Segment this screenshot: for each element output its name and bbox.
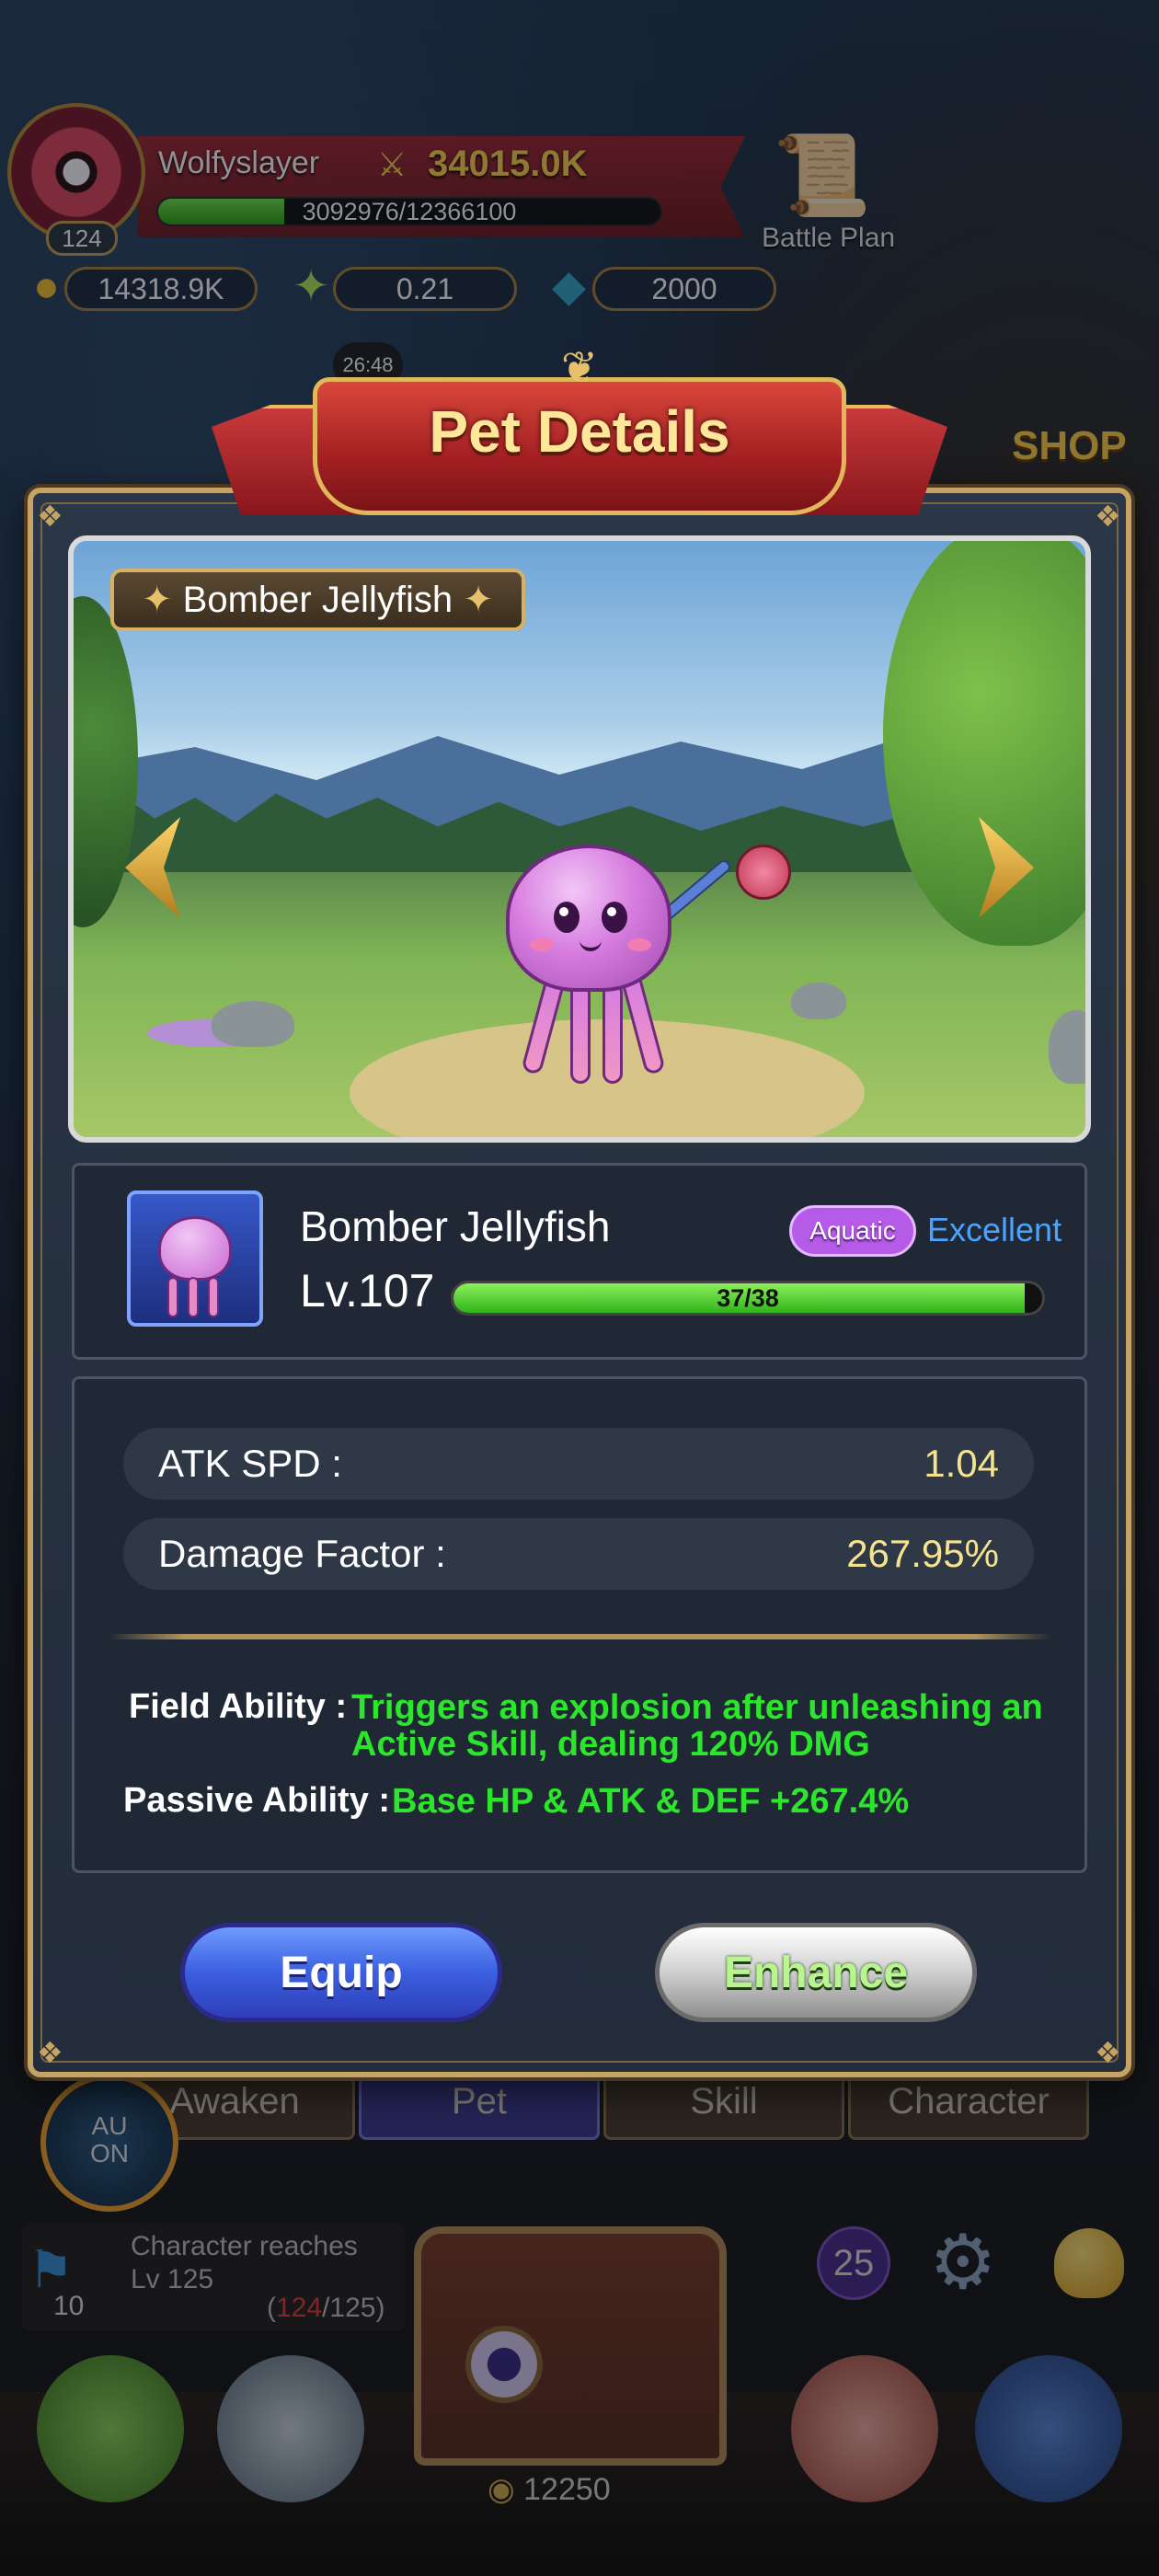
modal-title: Pet Details [429,398,730,465]
pet-name-tag-text: Bomber Jellyfish [182,580,453,620]
field-ability-label: Field Ability : [129,1687,348,1726]
pet-type-badge: Aquatic [789,1205,916,1257]
spiky-ball-icon [736,845,791,900]
pet-name: Bomber Jellyfish [300,1202,611,1250]
pet-name-tag: ✦ Bomber Jellyfish ✦ [110,569,525,631]
jelly-cheek [530,938,554,951]
jelly-eye [554,902,580,933]
tree-left [74,596,138,927]
passive-ability-label: Passive Ability : [123,1781,391,1820]
rock [791,983,846,1019]
pet-level-progress-text: 37/38 [717,1284,779,1312]
jelly-tentacle [602,983,623,1084]
corner-ornament-icon: ❖ [37,2036,63,2069]
stat-value: 267.95% [846,1532,999,1575]
sparkle-icon: ✦ [453,580,494,620]
jelly-eye [602,902,627,933]
tree-right [883,541,1085,946]
pet-quality: Excellent [927,1211,1062,1248]
sparkle-icon: ✦ [142,580,183,620]
portrait-tentacle [188,1277,199,1317]
stat-value: 1.04 [924,1442,999,1485]
field-ability-line-1: Triggers an explosion after unleashing a… [351,1688,1043,1727]
stat-row-damage-factor: Damage Factor : 267.95% [123,1518,1034,1590]
pet-level: Lv.107 [300,1265,435,1317]
jelly-tentacle [570,983,591,1084]
portrait-head [158,1216,232,1281]
enhance-button[interactable]: Enhance [655,1923,977,2022]
corner-ornament-icon: ❖ [37,500,63,533]
equip-button[interactable]: Equip [180,1923,502,2022]
ornament-divider [109,1634,1050,1639]
corner-ornament-icon: ❖ [1095,2036,1121,2069]
jelly-cheek [627,938,651,951]
stat-label: ATK SPD : [158,1442,342,1485]
stat-row-atk-spd: ATK SPD : 1.04 [123,1428,1034,1500]
jellyfish-pet [506,845,671,992]
field-ability-line-2: Active Skill, dealing 120% DMG [351,1725,870,1764]
passive-ability-text: Base HP & ATK & DEF +267.4% [392,1782,910,1821]
rock [212,1001,294,1047]
corner-ornament-icon: ❖ [1095,500,1121,533]
pet-preview-scene: ✦ Bomber Jellyfish ✦ [68,535,1091,1143]
stat-label: Damage Factor : [158,1532,446,1575]
pet-portrait [127,1190,263,1327]
portrait-tentacle [208,1277,219,1317]
jelly-mouth [580,940,602,951]
crest-icon: ❦ [560,344,599,393]
rock [1049,1010,1085,1084]
portrait-tentacle [167,1277,178,1317]
